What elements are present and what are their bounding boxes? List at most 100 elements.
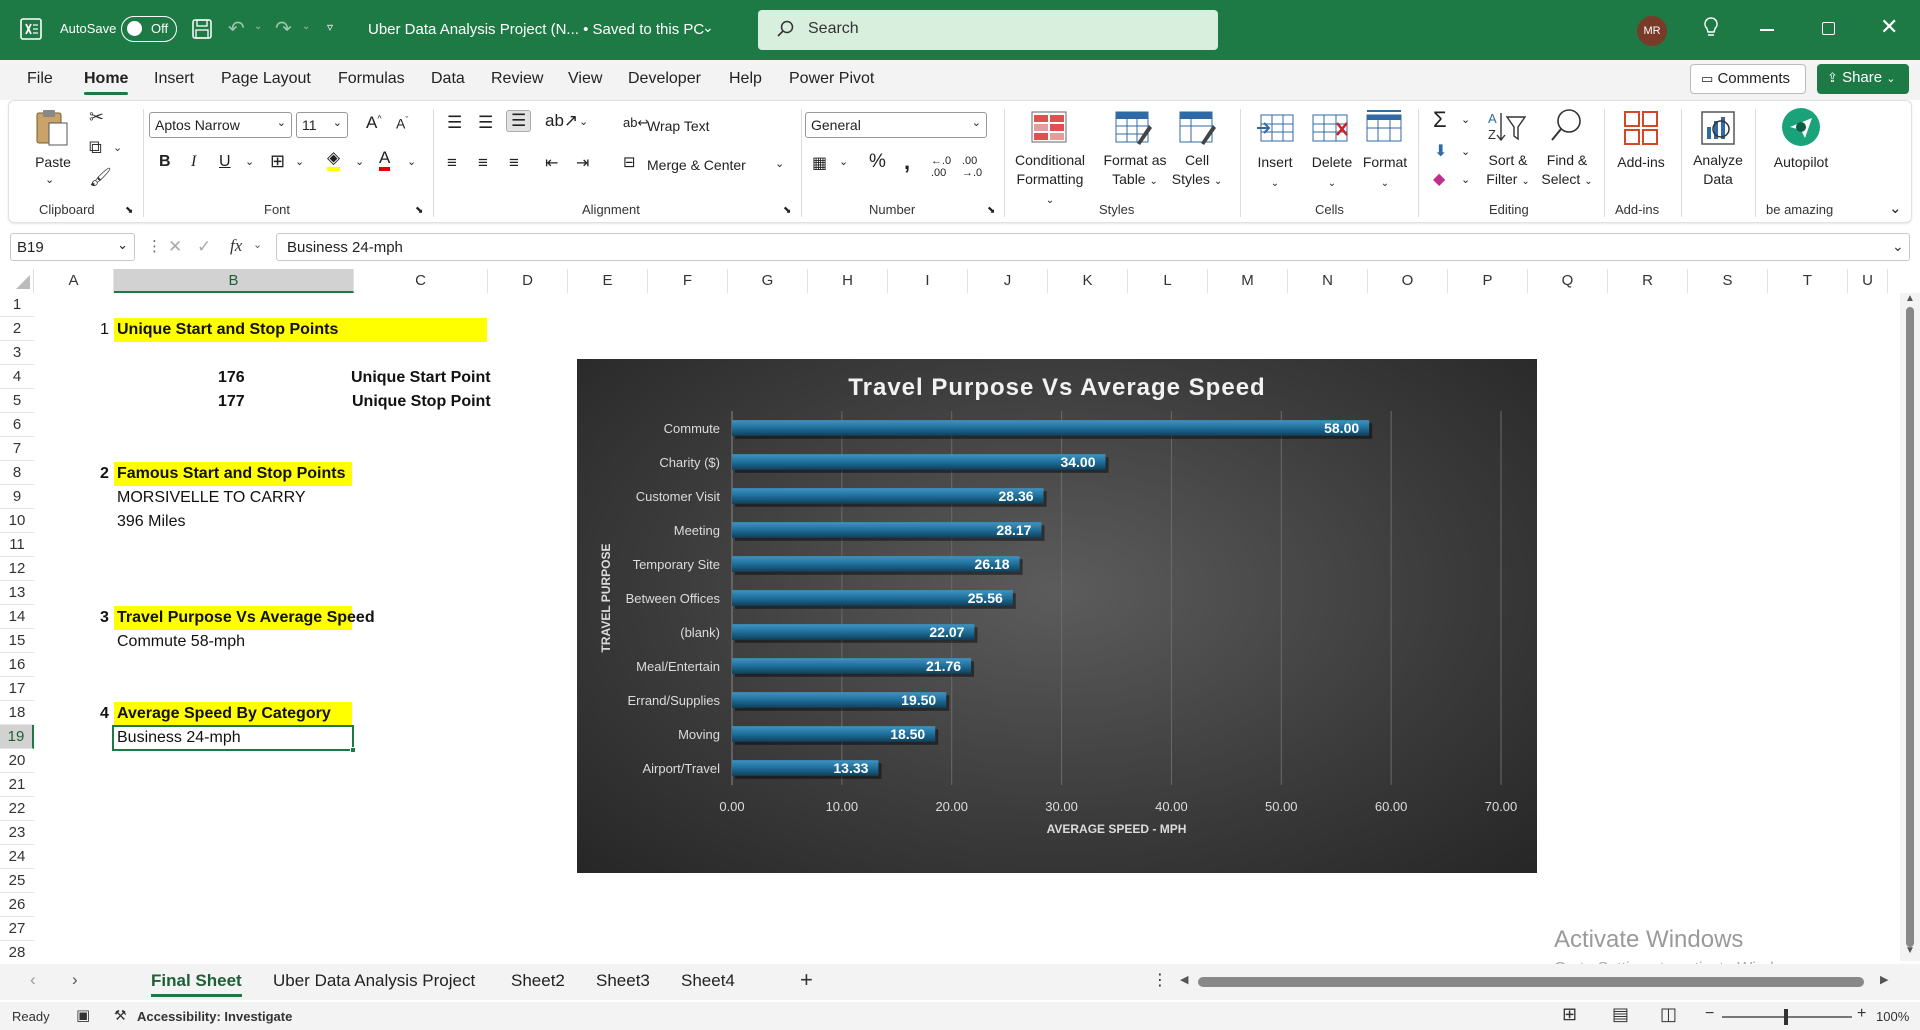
tab-page-layout[interactable]: Page Layout (221, 70, 311, 88)
paste-icon[interactable] (33, 107, 71, 150)
row-header-8[interactable]: 8 (0, 461, 34, 485)
align-bottom-icon[interactable]: ☰ (506, 110, 532, 132)
cancel-icon[interactable]: ✕ (168, 237, 182, 257)
sort-filter-icon[interactable]: AZ (1487, 109, 1527, 146)
analyze-data-icon[interactable] (1699, 109, 1737, 150)
column-header-l[interactable]: L (1128, 269, 1208, 293)
redo-dropdown-icon[interactable]: ⌄ (302, 21, 310, 32)
insert-cells-button[interactable]: Insert ⌄ (1252, 153, 1298, 193)
minimize-icon[interactable] (1760, 29, 1774, 31)
underline-dropdown-icon[interactable]: ⌄ (245, 155, 254, 168)
undo-dropdown-icon[interactable]: ⌄ (254, 21, 262, 32)
page-break-view-icon[interactable]: ◫ (1660, 1004, 1677, 1025)
cell-styles-button[interactable]: Cell Styles ⌄ (1169, 151, 1225, 191)
column-header-q[interactable]: Q (1528, 269, 1608, 293)
scroll-thumb[interactable] (1906, 307, 1914, 947)
delete-cells-icon[interactable] (1311, 113, 1351, 146)
row-header-10[interactable]: 10 (0, 509, 34, 533)
sort-filter-button[interactable]: Sort & Filter ⌄ (1481, 151, 1535, 191)
autopilot-icon[interactable] (1781, 107, 1821, 150)
orientation-icon[interactable]: ab↗ (545, 111, 578, 131)
copy-icon[interactable]: ⧉ (89, 137, 102, 158)
save-icon[interactable] (191, 18, 213, 43)
select-all-corner[interactable] (0, 269, 34, 293)
scroll-up-icon[interactable]: ▲ (1905, 293, 1915, 304)
find-select-icon[interactable] (1549, 107, 1585, 148)
document-title[interactable]: Uber Data Analysis Project (N... • Saved… (368, 21, 704, 38)
column-header-d[interactable]: D (488, 269, 568, 293)
format-cells-button[interactable]: Format ⌄ (1359, 153, 1411, 193)
tab-formulas[interactable]: Formulas (338, 70, 405, 88)
row-header-26[interactable]: 26 (0, 893, 34, 917)
name-box[interactable]: B19 ⌄ (10, 233, 135, 261)
fill-dropdown-icon[interactable]: ⌄ (1461, 145, 1470, 158)
row-header-27[interactable]: 27 (0, 917, 34, 941)
insert-function-icon[interactable]: fx (230, 236, 242, 256)
fx-dropdown-icon[interactable]: ⌄ (253, 238, 262, 251)
row-header-20[interactable]: 20 (0, 749, 34, 773)
format-painter-icon[interactable]: 🖌 (89, 167, 112, 188)
comments-button[interactable]: ▭ Comments (1690, 64, 1806, 94)
page-layout-view-icon[interactable]: ▤ (1612, 1004, 1629, 1025)
bar-chart[interactable]: Travel Purpose Vs Average Speed 0.00 10.00… (577, 359, 1537, 873)
comma-style-icon[interactable]: , (904, 149, 910, 175)
cell-a14[interactable]: 3 (100, 606, 109, 630)
tab-developer[interactable]: Developer (628, 70, 701, 88)
increase-font-icon[interactable]: A^ (366, 113, 382, 133)
cell-a8[interactable]: 2 (100, 462, 109, 486)
row-header-11[interactable]: 11 (0, 533, 34, 557)
zoom-slider[interactable] (1722, 1009, 1852, 1025)
row-header-12[interactable]: 12 (0, 557, 34, 581)
column-header-g[interactable]: G (728, 269, 808, 293)
format-cells-icon[interactable] (1365, 109, 1403, 146)
decrease-decimal-icon[interactable]: .00 →.0 (962, 155, 982, 179)
tab-review[interactable]: Review (491, 70, 543, 88)
zoom-level[interactable]: 100% (1876, 1009, 1909, 1024)
merge-center-icon[interactable]: ⊟ (623, 153, 636, 171)
cell-b18[interactable]: Average Speed By Category (114, 702, 352, 726)
autopilot-button[interactable]: Autopilot (1764, 153, 1838, 172)
autosave-toggle[interactable]: Off (121, 16, 177, 42)
row-header-25[interactable]: 25 (0, 869, 34, 893)
restore-icon[interactable] (1822, 22, 1835, 35)
cell-c5[interactable]: Unique Stop Point (352, 390, 491, 414)
lightbulb-icon[interactable] (1702, 16, 1720, 43)
copy-dropdown-icon[interactable]: ⌄ (113, 141, 122, 154)
add-ins-button[interactable]: Add-ins (1611, 153, 1671, 172)
row-header-24[interactable]: 24 (0, 845, 34, 869)
column-header-p[interactable]: P (1448, 269, 1528, 293)
h-scroll-left-icon[interactable]: ◀ (1180, 973, 1188, 986)
analyze-data-button[interactable]: Analyze Data (1689, 151, 1747, 189)
scroll-down-icon[interactable]: ▼ (1905, 945, 1915, 956)
increase-decimal-icon[interactable]: ←.0.00 (931, 155, 951, 179)
search-box[interactable]: Search (758, 10, 1218, 50)
cut-icon[interactable]: ✂ (89, 107, 104, 128)
customize-toolbar-icon[interactable]: ▿ (327, 20, 333, 34)
title-chevron-icon[interactable]: ⌄ (702, 19, 714, 36)
tab-insert[interactable]: Insert (154, 70, 194, 88)
italic-icon[interactable]: I (191, 153, 196, 171)
decrease-font-icon[interactable]: Aˇ (396, 115, 408, 132)
zoom-in-icon[interactable]: + (1857, 1005, 1866, 1023)
cell-b2[interactable]: Unique Start and Stop Points (114, 318, 487, 342)
accounting-dropdown-icon[interactable]: ⌄ (839, 155, 848, 168)
add-ins-icon[interactable] (1622, 109, 1660, 150)
row-header-3[interactable]: 3 (0, 341, 34, 365)
row-header-22[interactable]: 22 (0, 797, 34, 821)
h-scroll-right-icon[interactable]: ▶ (1880, 973, 1888, 986)
column-header-i[interactable]: I (888, 269, 968, 293)
normal-view-icon[interactable]: ⊞ (1562, 1004, 1577, 1025)
prev-sheet-icon[interactable]: ‹ (30, 970, 36, 990)
column-header-m[interactable]: M (1208, 269, 1288, 293)
font-size-dropdown[interactable]: 11 ⌄ (296, 112, 348, 138)
column-header-b[interactable]: B (114, 269, 354, 293)
clear-dropdown-icon[interactable]: ⌄ (1461, 173, 1470, 186)
sheet-tab-uber-data-analysis[interactable]: Uber Data Analysis Project (273, 971, 475, 991)
fill-color-icon[interactable]: ◈ (327, 149, 341, 171)
column-header-o[interactable]: O (1368, 269, 1448, 293)
row-header-19[interactable]: 19 (0, 725, 34, 749)
column-header-c[interactable]: C (354, 269, 488, 293)
row-header-7[interactable]: 7 (0, 437, 34, 461)
fill-dropdown-icon[interactable]: ⌄ (355, 155, 364, 168)
row-header-15[interactable]: 15 (0, 629, 34, 653)
